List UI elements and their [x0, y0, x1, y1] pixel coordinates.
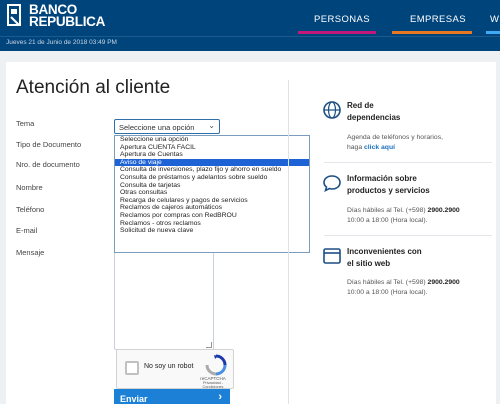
captcha-checkbox[interactable] — [125, 361, 139, 375]
nav-web-underline — [486, 31, 500, 34]
current-date: Jueves 21 de Junio de 2018 03:49 PM — [6, 39, 117, 46]
nav-personas[interactable]: PERSONAS — [314, 14, 370, 25]
label-tipo-documento: Tipo de Documento — [16, 140, 82, 149]
captcha-terms[interactable]: Privacidad - Condiciones — [196, 381, 230, 389]
recaptcha-icon — [205, 354, 227, 376]
sitio-hours: Días hábiles al Tel. (+598) 2900.2900 10… — [347, 278, 460, 298]
send-button[interactable]: Enviar › — [114, 389, 230, 404]
red-title-line-2: dependencias — [347, 113, 401, 122]
sitio-title-line-2: el sitio web — [347, 259, 391, 268]
productos-hours-line-2: 10:00 a 18:00 (Hora local). — [347, 217, 428, 224]
nav-empresas[interactable]: EMPRESAS — [410, 14, 466, 25]
red-desc-line: Agenda de teléfonos y horarios, — [347, 134, 443, 141]
sitio-hours-line-2: 10:00 a 18:00 (Hora local). — [347, 289, 428, 296]
bank-logo[interactable]: BANCO REPUBLICA — [6, 2, 106, 29]
dropdown-option[interactable]: Apertura de Cuentas — [115, 151, 309, 159]
chat-icon — [323, 175, 341, 193]
dropdown-option[interactable]: Consulta de inversiones, plazo fijo y ah… — [115, 166, 309, 174]
logo-mark-icon — [7, 4, 21, 26]
dropdown-option[interactable]: Apertura CUENTA FACIL — [115, 144, 309, 152]
sitio-hours-prefix: Días hábiles al Tel. (+598) — [347, 279, 426, 286]
dropdown-option[interactable]: Reclamos por compras con RedBROU — [115, 212, 309, 220]
globe-icon — [323, 101, 341, 119]
dropdown-option[interactable]: Consulta de préstamos y adelantos sobre … — [115, 174, 309, 182]
date-bar: Jueves 21 de Junio de 2018 03:49 PM — [0, 36, 500, 51]
sitio-title-line-1: Inconvenientes con — [347, 247, 422, 256]
label-telefono: Teléfono — [16, 205, 45, 214]
sitio-web-title[interactable]: Inconvenientes con el sitio web — [347, 246, 422, 270]
sitio-phone-line: Días hábiles al Tel. (+598) 2900.2900 — [347, 278, 460, 288]
productos-title-line-1: Información sobre — [347, 174, 417, 183]
productos-title-line-2: productos y servicios — [347, 186, 430, 195]
message-textarea[interactable] — [114, 242, 214, 350]
send-button-label: Enviar — [120, 394, 148, 404]
resize-grip-icon[interactable] — [206, 342, 212, 348]
label-tema: Tema — [16, 119, 35, 128]
red-link-line: haga click aquí — [347, 143, 443, 153]
dropdown-option[interactable]: Solicitud de nueva clave — [115, 227, 309, 235]
column-divider — [288, 80, 289, 404]
label-mensaje: Mensaje — [16, 248, 45, 257]
click-aqui-link[interactable]: click aquí — [364, 144, 395, 151]
nav-web[interactable]: WEB — [490, 14, 500, 25]
chevron-down-icon: ⌄ — [208, 121, 215, 130]
dropdown-option[interactable]: Consulta de tarjetas — [115, 182, 309, 190]
dropdown-option[interactable]: Otras consultas — [115, 189, 309, 197]
label-nombre: Nombre — [16, 183, 43, 192]
tema-select[interactable]: Seleccione una opción ⌄ — [114, 119, 220, 134]
red-dependencias-desc: Agenda de teléfonos y horarios, haga cli… — [347, 133, 443, 153]
dropdown-option[interactable]: Seleccione una opción — [115, 136, 309, 144]
dropdown-option[interactable]: Reclamos de cajeros automáticos — [115, 204, 309, 212]
dropdown-option[interactable]: Reclamos - otros reclamos — [115, 220, 309, 228]
logo-line-2: REPUBLICA — [29, 13, 106, 29]
recaptcha-widget: No soy un robot reCAPTCHA Privacidad - C… — [116, 349, 234, 389]
tema-dropdown-list[interactable]: Seleccione una opción Apertura CUENTA FA… — [114, 135, 310, 253]
label-email: E-mail — [16, 226, 38, 235]
red-dependencias-title[interactable]: Red de dependencias — [347, 100, 400, 124]
page-title: Atención al cliente — [16, 77, 171, 98]
captcha-label: No soy un robot — [144, 363, 194, 370]
productos-phone: 2900.2900 — [427, 207, 460, 214]
productos-servicios-title[interactable]: Información sobre productos y servicios — [347, 173, 430, 197]
productos-hours-prefix: Días hábiles al Tel. (+598) — [347, 207, 426, 214]
chevron-right-icon: › — [218, 391, 222, 403]
contact-card: Atención al cliente Tema Tipo de Documen… — [6, 62, 496, 404]
dropdown-option[interactable]: Recarga de celulares y pagos de servicio… — [115, 197, 309, 205]
productos-phone-line: Días hábiles al Tel. (+598) 2900.2900 — [347, 206, 460, 216]
red-title-line-1: Red de — [347, 101, 374, 110]
nav-personas-underline — [298, 31, 376, 34]
sidebar-separator — [324, 235, 492, 236]
sitio-phone: 2900.2900 — [427, 279, 460, 286]
nav-empresas-underline — [392, 31, 472, 34]
tema-select-value: Seleccione una opción — [119, 123, 195, 132]
sidebar-separator — [324, 162, 492, 163]
label-nro-documento: Nro. de documento — [16, 160, 80, 169]
browser-icon — [323, 248, 341, 264]
dropdown-option-highlighted[interactable]: Aviso de viaje — [115, 158, 309, 167]
red-link-prefix: haga — [347, 144, 363, 151]
productos-hours: Días hábiles al Tel. (+598) 2900.2900 10… — [347, 206, 460, 226]
top-header: BANCO REPUBLICA PERSONAS EMPRESAS WEB — [0, 0, 500, 36]
